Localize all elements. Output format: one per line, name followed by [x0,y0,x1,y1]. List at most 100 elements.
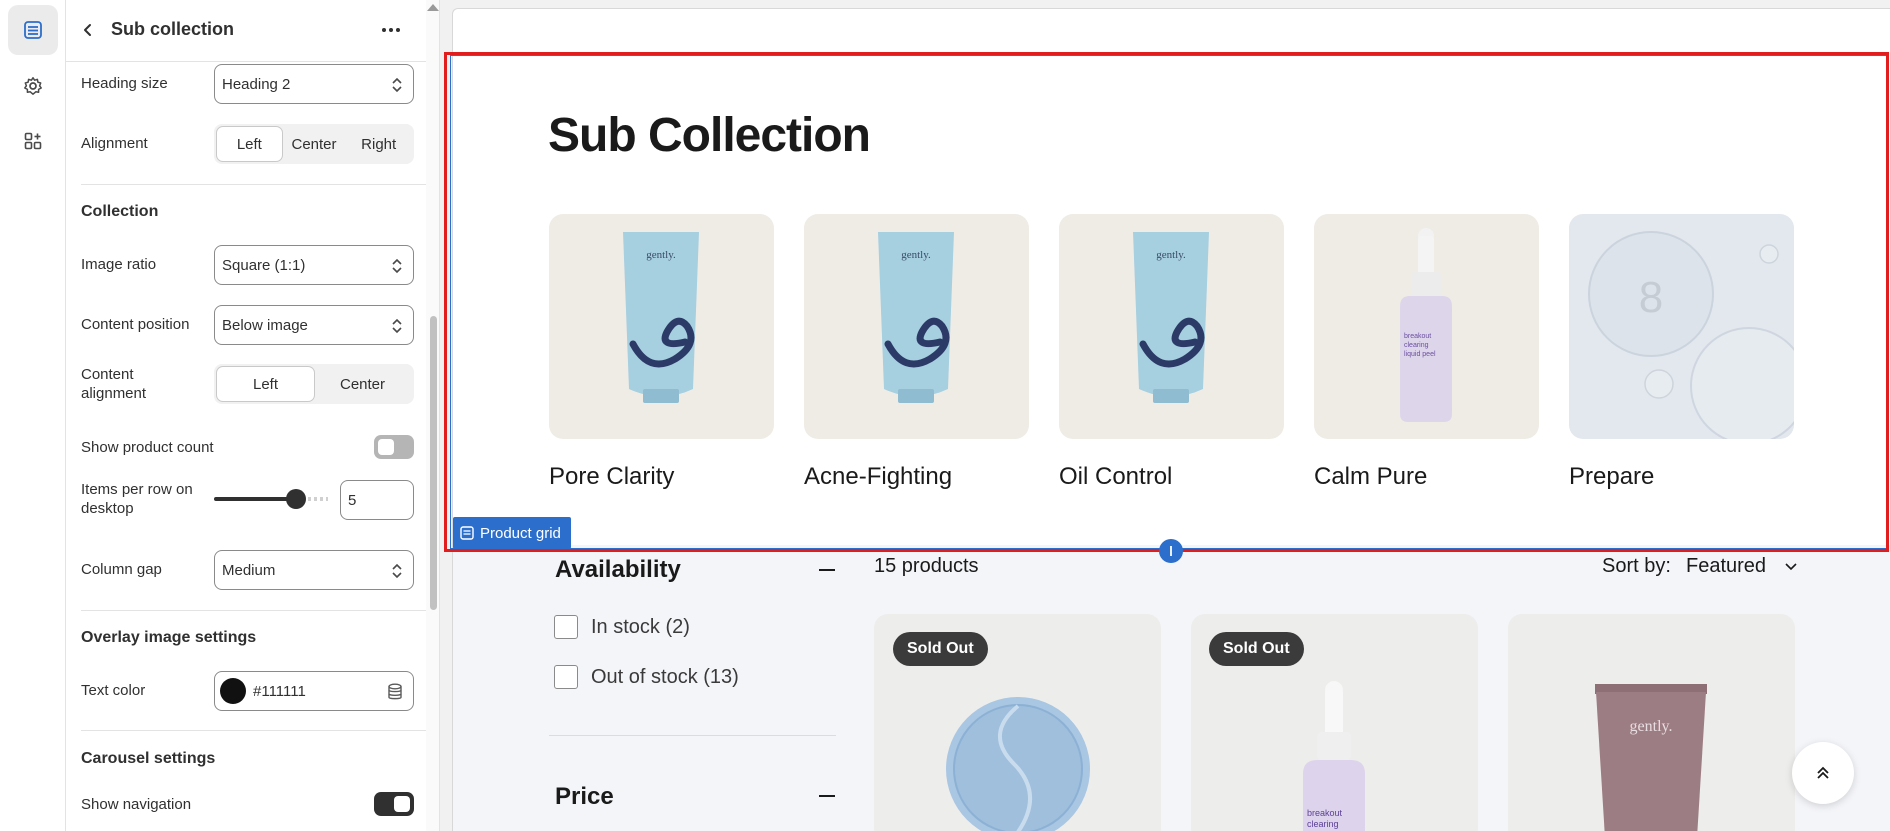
column-gap-label: Column gap [81,561,162,578]
scroll-up-arrow[interactable] [427,4,439,11]
image-ratio-select[interactable]: Square (1:1) [214,245,414,285]
svg-text:gently.: gently. [646,249,676,261]
heading-size-select[interactable]: Heading 2 [214,64,414,104]
collection-card-title[interactable]: Oil Control [1059,463,1172,491]
toggle-knob [378,439,394,455]
sort-label: Sort by: [1602,555,1671,577]
back-button[interactable] [74,16,102,44]
apps-icon [24,132,42,150]
sections-icon [460,526,474,540]
select-chevron-icon [392,563,402,579]
alignment-left-option[interactable]: Left [217,127,282,161]
filter-divider [549,735,836,736]
product-grid-section-tag[interactable]: Product grid [453,517,571,549]
show-product-count-toggle[interactable] [374,435,414,459]
database-icon[interactable] [387,683,403,701]
apps-button[interactable] [8,116,58,166]
collection-card-title[interactable]: Prepare [1569,463,1654,491]
content-alignment-label-line2: alignment [81,385,147,402]
alignment-label: Alignment [81,135,148,152]
icon-rail [0,0,66,831]
divider [81,610,429,611]
items-per-row-slider-track[interactable] [214,497,296,501]
svg-text:8: 8 [1639,273,1663,322]
alignment-center-option[interactable]: Center [282,127,347,161]
select-chevron-icon [392,77,402,93]
alignment-right-option[interactable]: Right [346,127,411,161]
product-count: 15 products [874,555,979,577]
items-per-row-label: Items per row on desktop [81,480,193,518]
content-alignment-center-option[interactable]: Center [314,367,411,401]
collapse-icon[interactable] [819,569,835,571]
content-alignment-label: Content alignment [81,365,146,403]
sort-select[interactable]: Featured [1686,555,1766,578]
overlay-section-title: Overlay image settings [81,629,257,646]
sold-out-badge: Sold Out [893,632,988,666]
carousel-section-title: Carousel settings [81,750,216,767]
heading-size-label: Heading size [81,75,168,92]
svg-text:breakout: breakout [1404,333,1431,340]
items-per-row-input[interactable]: 5 [340,480,414,520]
svg-text:gently.: gently. [1156,249,1186,261]
out-of-stock-label[interactable]: Out of stock (13) [591,666,739,689]
add-section-button[interactable] [1159,539,1183,563]
availability-filter-title[interactable]: Availability [555,556,681,584]
divider [81,184,429,185]
color-swatch[interactable] [220,678,246,704]
blue-tube-image: gently. [1133,232,1209,403]
more-actions-button[interactable] [376,16,406,44]
water-drops-image: 8 [1588,231,1794,439]
content-alignment-left-option[interactable]: Left [217,367,314,401]
sold-out-badge: Sold Out [1209,632,1304,666]
product-grid-tag-label: Product grid [480,524,561,542]
panel-title: Sub collection [111,19,235,39]
select-chevron-icon [392,258,402,274]
svg-text:gently.: gently. [1630,718,1673,735]
theme-settings-button[interactable] [8,61,58,111]
collection-card-title[interactable]: Pore Clarity [549,463,674,491]
content-alignment-label-line1: Content [81,366,134,383]
sub-collection-heading: Sub Collection [548,109,871,162]
items-per-row-label-line2: desktop [81,500,134,517]
column-gap-select[interactable]: Medium [214,550,414,590]
collection-card-image[interactable]: gently. [549,214,774,439]
blue-tube-image: gently. [878,232,954,403]
scrollbar-thumb[interactable] [430,316,437,610]
out-of-stock-checkbox[interactable] [554,665,578,689]
panel-header: Sub collection [66,0,439,62]
toggle-knob [394,796,410,812]
product-card[interactable]: gently. [1508,614,1795,831]
collection-card-image[interactable]: gently. [804,214,1029,439]
show-product-count-label: Show product count [81,439,214,456]
image-ratio-label: Image ratio [81,256,157,273]
alignment-segmented: Left Center Right [214,124,414,164]
gear-icon [24,77,42,95]
in-stock-checkbox[interactable] [554,615,578,639]
plus-icon [1170,546,1172,556]
collection-card-title[interactable]: Acne-Fighting [804,463,952,491]
items-per-row-label-line1: Items per row on [81,481,193,498]
collapse-icon[interactable] [819,795,835,797]
svg-text:clearing: clearing [1307,819,1339,829]
back-to-top-button[interactable] [1792,742,1854,804]
chevron-down-icon[interactable] [1785,562,1797,572]
price-filter-title[interactable]: Price [555,783,614,811]
text-color-input[interactable]: #111111 [214,671,414,711]
sections-icon [24,21,42,39]
show-navigation-label: Show navigation [81,796,192,813]
settings-panel: Sub collection Heading size Heading 2 Al… [66,0,440,831]
content-position-select[interactable]: Below image [214,305,414,345]
collection-card-image[interactable]: gently. [1059,214,1284,439]
text-color-label: Text color [81,682,146,699]
collection-card-image[interactable]: 8 [1569,214,1794,439]
mauve-tube-image: gently. [1595,684,1707,831]
show-navigation-toggle[interactable] [374,792,414,816]
panel-scrollbar[interactable] [426,0,439,831]
more-horizontal-icon [382,28,400,32]
sections-button[interactable] [8,5,58,55]
collection-card-title[interactable]: Calm Pure [1314,463,1427,491]
items-per-row-slider-handle[interactable] [286,489,306,509]
svg-text:liquid peel: liquid peel [1404,351,1436,358]
in-stock-label[interactable]: In stock (2) [591,616,690,639]
collection-card-image[interactable]: breakout clearing liquid peel [1314,214,1539,439]
